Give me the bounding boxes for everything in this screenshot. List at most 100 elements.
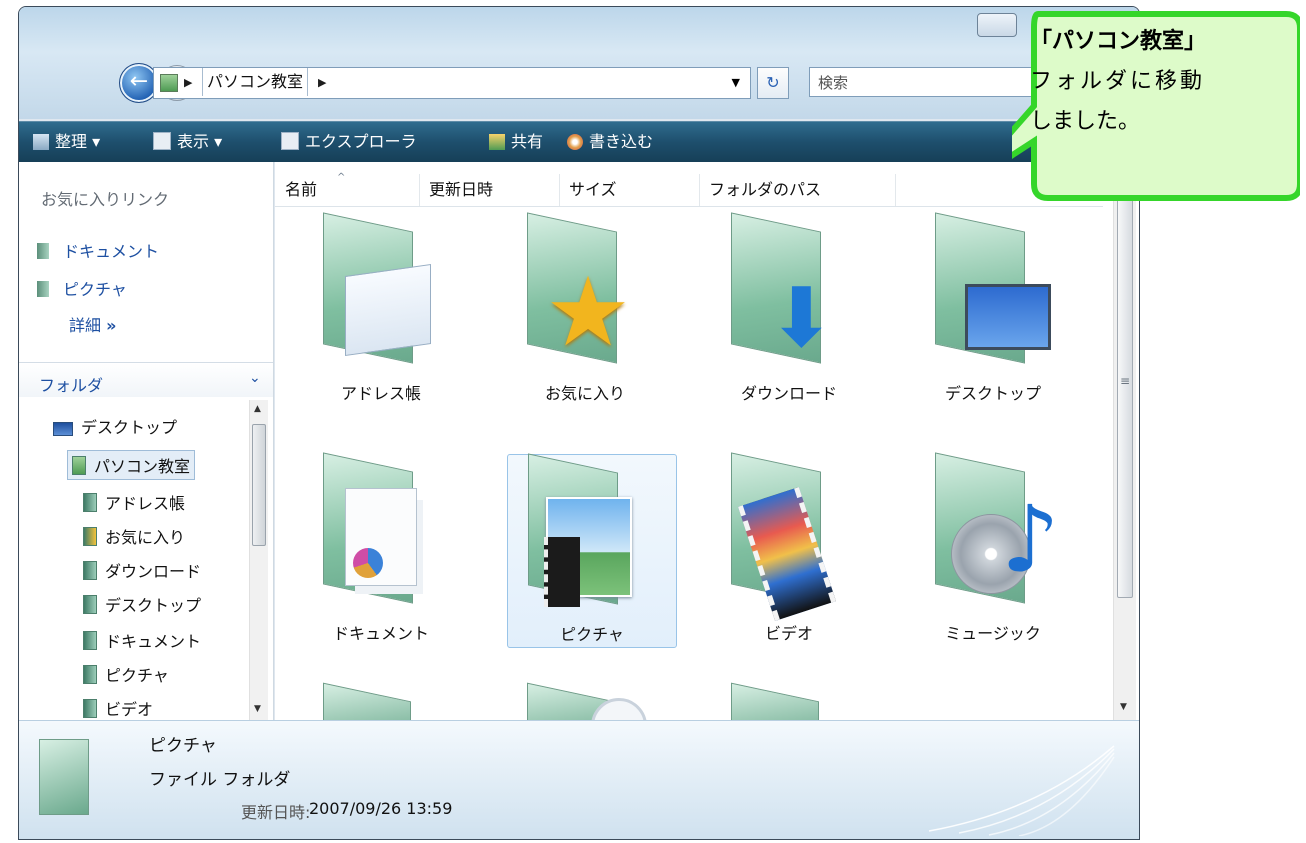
folder-label: ダウンロード bbox=[740, 384, 837, 403]
share-button[interactable]: 共有 bbox=[489, 122, 543, 162]
tree-item-pictures[interactable]: ピクチャ bbox=[83, 662, 169, 686]
folder-label: アドレス帳 bbox=[340, 384, 421, 403]
breadcrumb-arrow-icon[interactable]: ▶ bbox=[184, 76, 192, 89]
tree-item-pc-classroom[interactable]: パソコン教室 bbox=[67, 450, 196, 480]
folder-tile-pictures[interactable]: ピクチャ bbox=[507, 453, 677, 648]
address-bar[interactable]: ▶ パソコン教室 ▶ ▼ bbox=[153, 67, 751, 99]
column-header-label: 更新日時 bbox=[429, 180, 494, 199]
column-header-size[interactable]: サイズ bbox=[559, 174, 700, 206]
favorites-star-icon bbox=[83, 527, 97, 546]
folder-label: デスクトップ bbox=[944, 384, 1041, 403]
explorer-label: エクスプローラ bbox=[305, 132, 417, 151]
folder-tile-downloads[interactable]: ⬇ ダウンロード bbox=[705, 212, 873, 406]
explorer-button[interactable]: エクスプローラ bbox=[281, 122, 417, 162]
column-header-label: フォルダのパス bbox=[709, 180, 822, 199]
details-type: ファイル フォルダ bbox=[149, 770, 291, 790]
tree-item-videos[interactable]: ビデオ bbox=[83, 696, 153, 720]
scroll-down-arrow-icon[interactable]: ▼ bbox=[254, 704, 261, 714]
tree-item-contacts[interactable]: アドレス帳 bbox=[83, 490, 185, 514]
tree-item-label: パソコン教室 bbox=[94, 457, 191, 476]
film-strip-icon bbox=[544, 537, 580, 607]
sort-ascending-icon: ^ bbox=[337, 172, 346, 183]
monitor-icon bbox=[965, 284, 1051, 350]
folder-tile-videos[interactable]: ビデオ bbox=[705, 452, 873, 646]
share-icon bbox=[489, 134, 505, 150]
burn-button[interactable]: 書き込む bbox=[567, 122, 653, 162]
folder-tile-music[interactable]: ♪ ミュージック bbox=[909, 452, 1077, 646]
folder-tile-favorites[interactable]: ★ お気に入り bbox=[501, 212, 669, 406]
details-modified-label: 更新日時: bbox=[241, 803, 311, 822]
scrollbar-grip-icon: ≡ bbox=[1120, 374, 1131, 388]
folder-tile-contacts[interactable]: アドレス帳 bbox=[297, 212, 465, 406]
share-label: 共有 bbox=[511, 132, 544, 151]
tree-item-desktop-folder[interactable]: デスクトップ bbox=[83, 592, 201, 616]
address-dropdown-icon[interactable]: ▼ bbox=[732, 76, 740, 89]
folder-icon bbox=[160, 74, 178, 92]
scroll-down-arrow-icon[interactable]: ▼ bbox=[1120, 702, 1127, 712]
pictures-icon bbox=[83, 665, 97, 684]
scrollbar-thumb[interactable] bbox=[252, 424, 266, 546]
folder-tile-desktop[interactable]: デスクトップ bbox=[909, 212, 1077, 406]
organize-button[interactable]: 整理 ▾ bbox=[33, 122, 100, 162]
double-chevron-icon: » bbox=[106, 316, 117, 335]
explorer-window: ← → ▼ ▶ パソコン教室 ▶ ▼ ↻ 検索 整理 ▾ 表示 ▾ エクスプロー… bbox=[18, 6, 1140, 840]
file-list-pane: 名前 ^ 更新日時 サイズ フォルダのパス アドレス帳 ★ お気に入り ⬇ ダウン… bbox=[275, 162, 1139, 754]
contact-card-icon bbox=[345, 263, 431, 357]
folder-label: ドキュメント bbox=[332, 624, 429, 643]
documents-icon bbox=[83, 631, 97, 650]
documents-icon bbox=[37, 243, 49, 259]
organize-label: 整理 bbox=[55, 132, 88, 151]
downloads-icon bbox=[83, 561, 97, 580]
folder-label: ビデオ bbox=[764, 624, 813, 643]
views-button[interactable]: 表示 ▾ bbox=[153, 122, 222, 162]
refresh-button[interactable]: ↻ bbox=[757, 67, 789, 99]
more-links[interactable]: 詳細 » bbox=[69, 312, 116, 336]
breadcrumb-crumb[interactable]: パソコン教室 bbox=[202, 68, 309, 96]
column-header-label: 名前 bbox=[285, 180, 318, 199]
column-header-name[interactable]: 名前 ^ bbox=[275, 172, 420, 206]
download-arrow-icon: ⬇ bbox=[767, 271, 836, 366]
desktop-icon bbox=[53, 422, 73, 436]
column-header-label: サイズ bbox=[569, 180, 617, 199]
decorative-swoosh-icon bbox=[928, 745, 1115, 836]
favorite-links-title: お気に入りリンク bbox=[41, 190, 170, 209]
videos-icon bbox=[83, 699, 97, 718]
navigation-pane: お気に入りリンク ドキュメント ピクチャ 詳細 » フォルダ ⌄ デスクトップ … bbox=[19, 162, 274, 720]
folder-tree-scrollbar[interactable]: ▲ ▼ bbox=[249, 400, 268, 720]
details-pane: ピクチャ ファイル フォルダ 更新日時: 2007/09/26 13:59 bbox=[19, 720, 1139, 839]
column-header-folder-path[interactable]: フォルダのパス bbox=[699, 174, 896, 206]
burn-disc-icon bbox=[567, 134, 583, 150]
minimize-button[interactable] bbox=[977, 13, 1017, 37]
details-modified-value: 2007/09/26 13:59 bbox=[309, 799, 453, 818]
breadcrumb-arrow-icon[interactable]: ▶ bbox=[318, 76, 326, 89]
file-list-scrollbar[interactable]: ≡ ▼ bbox=[1113, 162, 1136, 720]
command-bar: 整理 ▾ 表示 ▾ エクスプローラ 共有 書き込む bbox=[19, 121, 1139, 162]
folders-header[interactable]: フォルダ ⌄ bbox=[19, 362, 273, 397]
favorite-link-label: ドキュメント bbox=[63, 242, 160, 261]
chevron-down-icon[interactable]: ⌄ bbox=[249, 370, 261, 386]
column-header-modified[interactable]: 更新日時 bbox=[419, 174, 560, 206]
folder-tile-documents[interactable]: ドキュメント bbox=[297, 452, 465, 646]
tree-item-downloads[interactable]: ダウンロード bbox=[83, 558, 201, 582]
tree-item-desktop[interactable]: デスクトップ bbox=[53, 414, 177, 438]
organize-icon bbox=[33, 134, 49, 150]
burn-label: 書き込む bbox=[589, 132, 654, 151]
scroll-up-arrow-icon[interactable]: ▲ bbox=[254, 404, 261, 414]
pie-chart-icon bbox=[353, 548, 383, 578]
favorite-link-pictures[interactable]: ピクチャ bbox=[37, 276, 127, 300]
folder-label: お気に入り bbox=[544, 384, 625, 403]
tree-item-favorites[interactable]: お気に入り bbox=[83, 524, 185, 548]
more-label: 詳細 bbox=[69, 316, 102, 335]
callout-line-2: フォルダに移動 bbox=[1030, 69, 1206, 94]
favorite-link-documents[interactable]: ドキュメント bbox=[37, 238, 159, 262]
contacts-icon bbox=[83, 493, 97, 512]
tree-item-documents[interactable]: ドキュメント bbox=[83, 628, 201, 652]
desktop-folder-icon bbox=[83, 595, 97, 614]
tree-item-label: ピクチャ bbox=[105, 666, 169, 685]
details-name: ピクチャ bbox=[149, 736, 217, 756]
user-folder-icon bbox=[72, 456, 86, 475]
tree-item-label: お気に入り bbox=[105, 528, 186, 547]
star-icon: ★ bbox=[545, 256, 632, 368]
explorer-icon bbox=[281, 132, 299, 150]
folder-label: ピクチャ bbox=[560, 625, 624, 644]
